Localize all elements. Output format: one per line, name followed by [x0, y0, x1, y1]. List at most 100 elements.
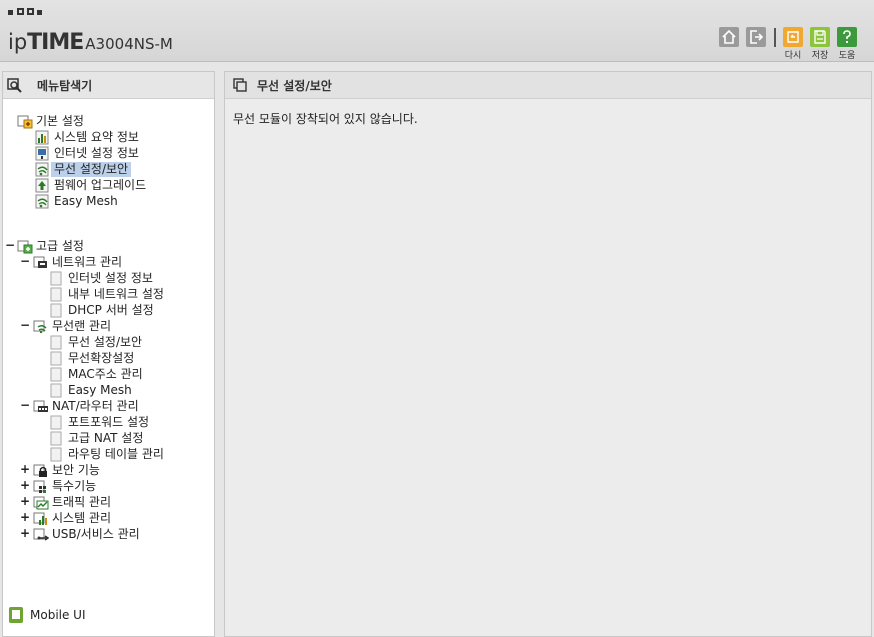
network-icon: [33, 256, 47, 268]
content-title: 무선 설정/보안: [257, 78, 332, 93]
tree-toggle-advanced[interactable]: −: [5, 238, 15, 252]
mobile-ui-label[interactable]: Mobile UI: [30, 608, 86, 622]
menu-panel-title: 메뉴탐색기: [37, 78, 93, 93]
tree-subitem-label[interactable]: 내부 네트워크 설정: [65, 287, 167, 302]
tree-subitem[interactable]: 내부 네트워크 설정: [49, 286, 167, 302]
traffic-icon: [33, 496, 49, 509]
help-icon: [843, 30, 851, 43]
tree-group-wireless[interactable]: 무선랜 관리: [33, 318, 114, 334]
content-panel-header: 무선 설정/보안: [225, 72, 871, 99]
content-message: 무선 모듈이 장착되어 있지 않습니다.: [233, 112, 418, 126]
logo-time: TIME: [27, 30, 84, 55]
menu-panel: 메뉴탐색기 기본 설정 시스템 요약 정보 인터넷 설정 정보 무선 설정/보안…: [2, 71, 215, 637]
tree-group-label[interactable]: 트래픽 관리: [49, 495, 114, 510]
reload-icon: [787, 31, 799, 43]
logo-dots: [8, 8, 43, 15]
tree-subitem[interactable]: 무선 설정/보안: [49, 334, 145, 350]
tree-group-label[interactable]: 특수기능: [49, 479, 99, 494]
tree-group-label[interactable]: NAT/라우터 관리: [49, 399, 142, 414]
logout-button[interactable]: [746, 27, 766, 47]
tree-toggle-usb[interactable]: +: [20, 526, 30, 540]
tree-advanced-settings[interactable]: 고급 설정: [17, 238, 87, 254]
usb-icon: [33, 528, 49, 541]
tree-item-internet-info[interactable]: 인터넷 설정 정보: [35, 145, 142, 161]
tree-subitem[interactable]: MAC주소 관리: [49, 366, 146, 382]
tree-subitem-label[interactable]: Easy Mesh: [65, 383, 135, 398]
tree-item-easy-mesh[interactable]: Easy Mesh: [35, 193, 121, 209]
tree-group-network[interactable]: 네트워크 관리: [33, 254, 125, 270]
save-button[interactable]: [810, 27, 830, 47]
tree-group-label[interactable]: 무선랜 관리: [49, 319, 114, 334]
tree-toggle-security[interactable]: +: [20, 462, 30, 476]
tree-group-system[interactable]: 시스템 관리: [33, 510, 114, 526]
tree-group-label[interactable]: 보안 기능: [49, 463, 103, 478]
tree-subitem-label[interactable]: DHCP 서버 설정: [65, 303, 157, 318]
tree-subitem[interactable]: 포트포워드 설정: [49, 414, 152, 430]
tree-toggle-system[interactable]: +: [20, 510, 30, 524]
tree-toggle-nat[interactable]: −: [20, 398, 30, 412]
tree-toggle-wireless[interactable]: −: [20, 318, 30, 332]
tree-subitem[interactable]: DHCP 서버 설정: [49, 302, 157, 318]
tree-subitem-label[interactable]: 무선 설정/보안: [65, 335, 145, 350]
tree-subitem-label[interactable]: 포트포워드 설정: [65, 415, 152, 430]
tree-group-label[interactable]: USB/서비스 관리: [49, 527, 143, 542]
logout-icon: [750, 30, 764, 44]
iptime-logo: ipTIME A3004NS-M: [8, 30, 173, 55]
save-label[interactable]: 저장: [806, 48, 834, 61]
tree-subitem[interactable]: 무선확장설정: [49, 350, 137, 366]
menu-panel-header: 메뉴탐색기: [3, 72, 214, 99]
tree-item-label[interactable]: 무선 설정/보안: [51, 161, 132, 177]
tree-toggle-special[interactable]: +: [20, 478, 30, 492]
tree-subitem[interactable]: 라우팅 테이블 관리: [49, 446, 167, 462]
page-icon: [50, 303, 62, 317]
page-icon: [50, 271, 62, 285]
tree-group-label[interactable]: 시스템 관리: [49, 511, 114, 526]
tree-item-label[interactable]: 인터넷 설정 정보: [51, 146, 142, 161]
tree-item-label[interactable]: Easy Mesh: [51, 194, 121, 209]
wifi-icon: [33, 320, 47, 333]
tree-item-firmware-upgrade[interactable]: 펌웨어 업그레이드: [35, 177, 149, 193]
tree-group-usb[interactable]: USB/서비스 관리: [33, 526, 143, 542]
tree-subitem[interactable]: 고급 NAT 설정: [49, 430, 146, 446]
page-icon: [50, 367, 62, 381]
tree-subitem-label[interactable]: 인터넷 설정 정보: [65, 271, 156, 286]
tree-subitem[interactable]: Easy Mesh: [49, 382, 135, 398]
tree-subitem-label[interactable]: MAC주소 관리: [65, 367, 146, 382]
tree-basic-settings-label[interactable]: 기본 설정: [33, 114, 87, 129]
tree-subitem[interactable]: 인터넷 설정 정보: [49, 270, 156, 286]
tree-item-system-summary[interactable]: 시스템 요약 정보: [35, 129, 142, 145]
tree-item-wireless-security-selected[interactable]: 무선 설정/보안: [35, 161, 132, 177]
tree-group-security[interactable]: 보안 기능: [33, 462, 103, 478]
tree-toggle-traffic[interactable]: +: [20, 494, 30, 508]
special-icon: [33, 480, 46, 493]
page-icon: [50, 431, 62, 445]
help-button[interactable]: [837, 27, 857, 47]
upgrade-icon: [35, 178, 49, 192]
tree-item-label[interactable]: 시스템 요약 정보: [51, 130, 142, 145]
page-icon: [50, 287, 62, 301]
tree-item-label[interactable]: 펌웨어 업그레이드: [51, 178, 149, 193]
tree-subitem-label[interactable]: 무선확장설정: [65, 351, 137, 366]
reload-button[interactable]: [783, 27, 803, 47]
reload-label[interactable]: 다시: [779, 48, 807, 61]
mobile-ui-link[interactable]: Mobile UI: [9, 607, 86, 623]
folder-plus-icon: [17, 115, 33, 128]
logo-ip: ip: [8, 30, 28, 54]
home-icon: [722, 29, 736, 44]
tree-subitem-label[interactable]: 라우팅 테이블 관리: [65, 447, 167, 462]
tree-group-label[interactable]: 네트워크 관리: [49, 255, 125, 270]
folder-plus-icon: [17, 240, 33, 253]
tree-advanced-label[interactable]: 고급 설정: [33, 239, 87, 254]
page-icon: [50, 383, 62, 397]
tree-group-traffic[interactable]: 트래픽 관리: [33, 494, 114, 510]
tree-subitem-label[interactable]: 고급 NAT 설정: [65, 431, 146, 446]
chart-icon: [35, 130, 49, 144]
home-button[interactable]: [719, 27, 739, 47]
tree-group-nat[interactable]: NAT/라우터 관리: [33, 398, 142, 414]
tree-toggle-network[interactable]: −: [20, 254, 30, 268]
tree-basic-settings[interactable]: 기본 설정: [17, 113, 87, 129]
top-header: ipTIME A3004NS-M 다시 저장 도움: [0, 0, 874, 62]
help-label[interactable]: 도움: [833, 48, 861, 61]
tree-group-special[interactable]: 특수기능: [33, 478, 99, 494]
save-icon: [814, 30, 826, 44]
